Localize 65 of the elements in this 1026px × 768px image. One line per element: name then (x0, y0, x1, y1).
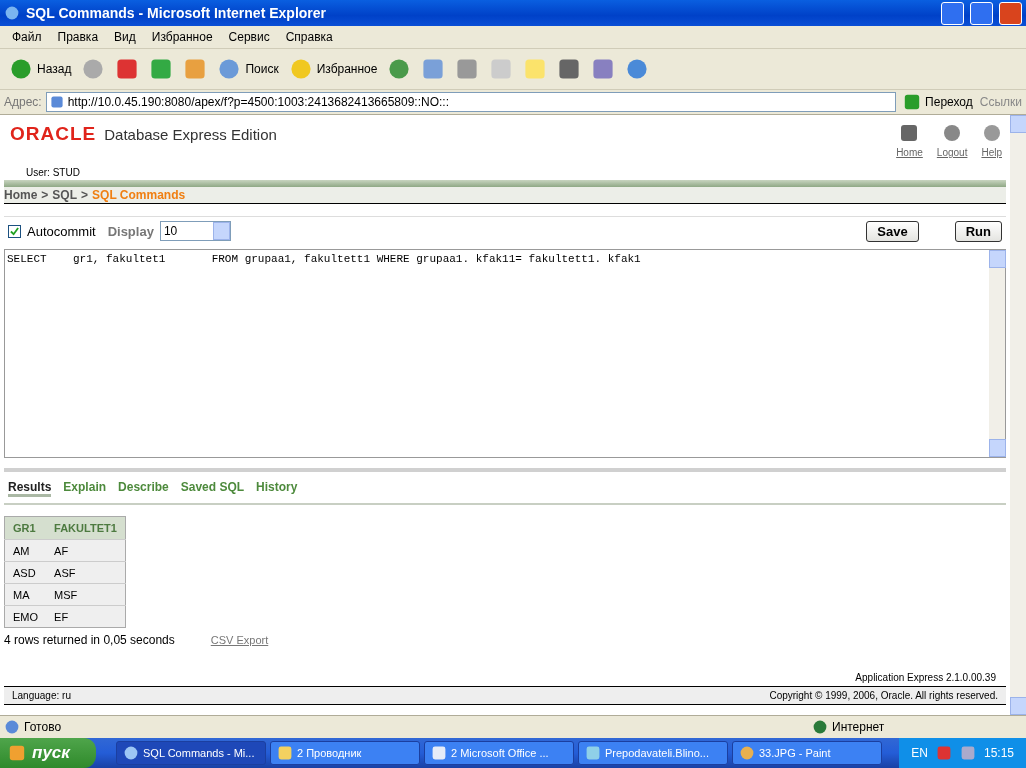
taskbar-button[interactable]: 2 Microsoft Office ... (424, 741, 574, 765)
language-text: Language: ru (12, 690, 71, 701)
display-label: Display (107, 223, 154, 239)
address-field[interactable]: http://10.0.45.190:8080/apex/f?p=4500:1003:2413682413665809::NO::: (45, 92, 897, 112)
product-name: Database Express Edition (104, 126, 277, 143)
maximize-button[interactable] (970, 1, 993, 25)
autocommit-checkbox[interactable] (8, 224, 21, 238)
tab[interactable]: Describe (118, 480, 169, 497)
taskbar-button[interactable]: SQL Commands - Mi... (116, 741, 266, 765)
taskbar-button[interactable]: Prepodavateli.Blino... (578, 741, 728, 765)
page-scrollbar[interactable] (1010, 115, 1026, 715)
close-button[interactable] (999, 1, 1022, 25)
start-button[interactable]: пуск (0, 738, 96, 768)
window-title: SQL Commands - Microsoft Internet Explorer (26, 5, 327, 21)
table-cell: EF (46, 605, 126, 628)
breadcrumb-link[interactable]: Home (4, 188, 38, 202)
status-text: Готово (24, 720, 63, 734)
toolbar-button[interactable]: Избранное (285, 55, 381, 83)
column-header: GR1 (4, 516, 47, 540)
save-button[interactable]: Save (866, 220, 919, 242)
menu-item[interactable]: Вид (106, 30, 144, 44)
table-cell: ASF (46, 561, 126, 584)
rows-summary: 4 rows returned in 0,05 seconds (4, 633, 175, 647)
editor-scrollbar[interactable] (989, 250, 1005, 457)
display-select[interactable]: 10 (159, 221, 231, 241)
user-label: User: STUD (26, 167, 81, 178)
minimize-button[interactable] (941, 1, 964, 25)
menu-item[interactable]: Справка (277, 30, 341, 44)
tab[interactable]: History (256, 480, 298, 497)
table-cell: AM (4, 539, 47, 562)
tab[interactable]: Explain (63, 480, 107, 497)
taskbar-button[interactable]: 2 Проводник (270, 741, 420, 765)
toolbar-button[interactable]: Назад (6, 55, 75, 83)
table-cell: ASD (4, 561, 47, 584)
run-button[interactable]: Run (954, 220, 1002, 242)
table-cell: AF (46, 539, 126, 562)
table-cell: EMO (4, 605, 47, 628)
menu-item[interactable]: Правка (49, 30, 107, 44)
autocommit-label: Autocommit (27, 223, 96, 239)
table-cell: MA (4, 583, 47, 606)
table-cell: MSF (46, 583, 126, 606)
csv-export-link[interactable]: CSV Export (210, 634, 269, 646)
nav-link[interactable]: Logout (936, 123, 968, 180)
breadcrumb-separator: > (41, 188, 49, 202)
version-text: Application Express 2.1.0.00.39 (855, 672, 996, 683)
nav-link[interactable]: Home (896, 123, 923, 180)
go-button[interactable]: Переход (900, 91, 976, 113)
breadcrumb-link[interactable]: SQL (52, 188, 78, 202)
menu-item[interactable]: Файл (4, 30, 50, 44)
address-label: Адрес: (4, 95, 42, 109)
copyright-text: Copyright © 1999, 2006, Oracle. All rights reserved. (769, 690, 998, 701)
nav-link[interactable]: Help (981, 123, 1002, 180)
column-header: FAKULTET1 (46, 516, 126, 540)
language-indicator[interactable]: EN (911, 746, 928, 760)
breadcrumb-separator: > (81, 188, 89, 202)
sql-editor[interactable]: SELECT gr1, fakultet1 FROM grupaa1, fakultett1 WHERE grupaa1. kfak11= fakultett1. kfak1 (4, 249, 1006, 458)
clock: 15:15 (983, 746, 1014, 760)
tab[interactable]: Saved SQL (180, 480, 245, 497)
tab[interactable]: Results (8, 480, 52, 497)
zone-text: Интернет (832, 720, 886, 734)
toolbar-button[interactable]: Поиск (214, 55, 282, 83)
oracle-logo: ORACLE (10, 123, 97, 144)
menu-item[interactable]: Избранное (143, 30, 221, 44)
menu-item[interactable]: Сервис (220, 30, 278, 44)
taskbar-button[interactable]: 33.JPG - Paint (732, 741, 882, 765)
